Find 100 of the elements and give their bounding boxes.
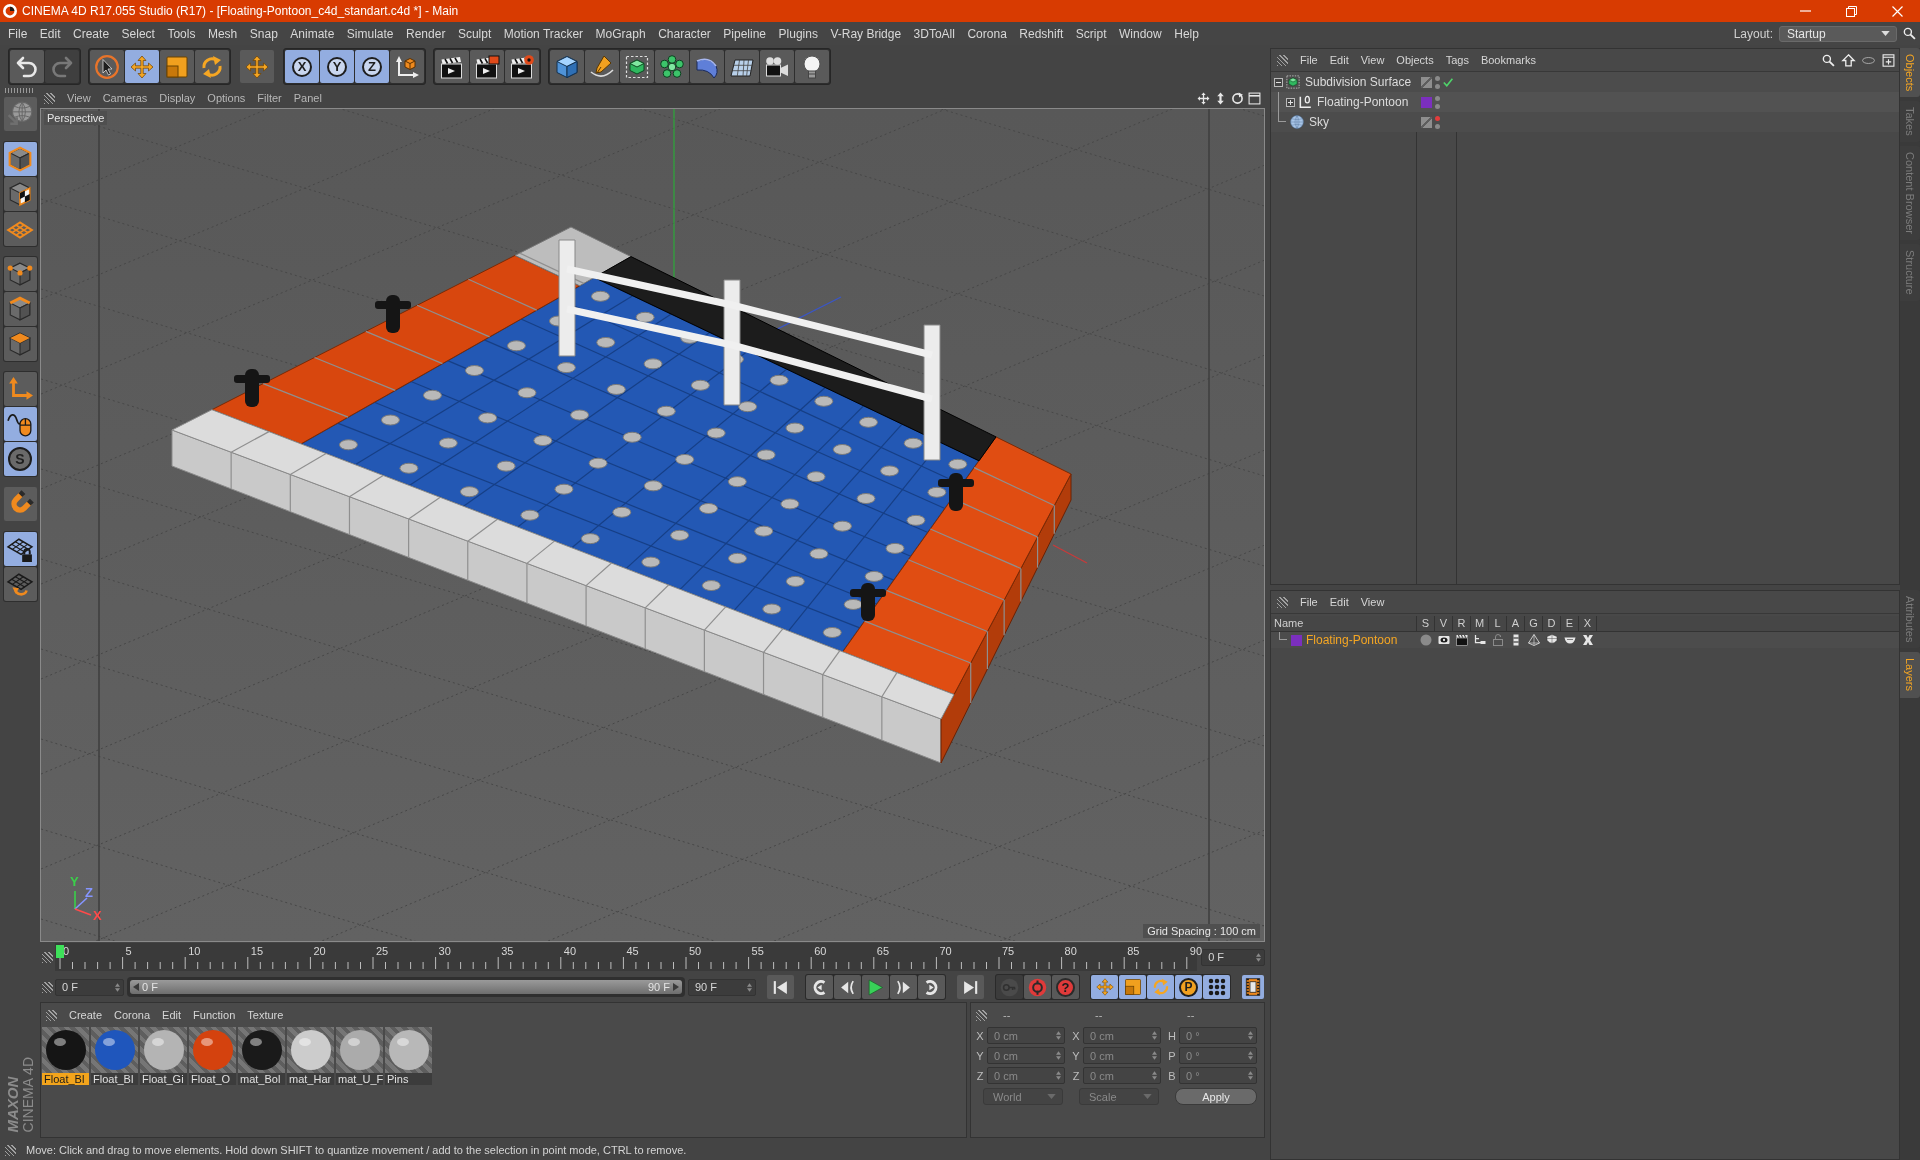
layer-swatch-icon[interactable] <box>1291 634 1302 646</box>
prev-key-button[interactable] <box>806 975 833 999</box>
menu-item[interactable]: Script <box>1075 26 1107 41</box>
end-frame-field[interactable]: 90 F <box>687 978 756 996</box>
subdivision-button[interactable] <box>620 50 654 83</box>
visibility-dot-icon[interactable] <box>1435 103 1440 109</box>
param-key-button[interactable]: P <box>1175 975 1202 999</box>
spinner-icon[interactable] <box>747 982 752 992</box>
scale-key-button[interactable] <box>1119 975 1146 999</box>
column-header[interactable]: S <box>1417 616 1435 631</box>
menu-item[interactable]: Texture <box>247 1009 284 1021</box>
menu-item[interactable]: Cameras <box>102 92 148 104</box>
menu-item[interactable]: Plugins <box>778 26 818 41</box>
spinner-icon[interactable] <box>1256 952 1261 962</box>
visibility-dot-icon[interactable] <box>1435 123 1440 129</box>
camera-button[interactable] <box>760 50 794 83</box>
side-tab[interactable]: Layers <box>1900 652 1920 698</box>
deformer-button[interactable] <box>690 50 724 83</box>
point-level-key-button[interactable] <box>1203 975 1230 999</box>
menu-item[interactable]: Motion Tracker <box>503 26 584 41</box>
autokey-button[interactable] <box>1024 975 1051 999</box>
menu-item[interactable]: 3DToAll <box>913 26 955 41</box>
menu-item[interactable]: File <box>8 26 28 41</box>
menu-item[interactable]: Edit <box>1329 54 1349 66</box>
help-button[interactable]: ? <box>1052 975 1079 999</box>
floor-button[interactable] <box>725 50 759 83</box>
viewport[interactable]: Perspective Grid Spacing : 100 cm Y Z X <box>40 108 1265 942</box>
object-name[interactable]: Sky <box>1309 115 1329 129</box>
orbit-button[interactable] <box>1231 91 1244 105</box>
coordinate-system-button[interactable] <box>390 50 424 83</box>
menu-item[interactable]: View <box>1360 54 1385 66</box>
axis-lock-button[interactable]: Y <box>320 50 354 83</box>
snap-mode-button[interactable] <box>3 487 37 521</box>
edges-mode-button[interactable] <box>3 292 37 326</box>
column-header[interactable]: Name <box>1271 616 1417 631</box>
model-mode-button[interactable] <box>3 97 37 131</box>
panel-grip-icon[interactable] <box>1277 596 1288 608</box>
panel-grip-icon[interactable] <box>46 1009 57 1021</box>
layout-dropdown[interactable]: Startup <box>1779 25 1897 42</box>
menu-item[interactable]: Character <box>658 26 711 41</box>
points-mode-button[interactable] <box>3 257 37 291</box>
workplane-mode-button[interactable] <box>3 212 37 246</box>
menu-item[interactable]: Animate <box>290 26 335 41</box>
column-header[interactable]: R <box>1453 616 1471 631</box>
checkmark-icon[interactable] <box>1443 77 1453 87</box>
playhead-marker[interactable] <box>56 945 64 958</box>
undo-button[interactable] <box>10 50 44 83</box>
menu-item[interactable]: Panel <box>293 92 322 104</box>
column-header[interactable]: M <box>1471 616 1489 631</box>
cloner-button[interactable] <box>655 50 689 83</box>
polygons-mode-button[interactable] <box>3 327 37 361</box>
scale-button[interactable] <box>160 50 194 83</box>
menu-item[interactable]: Objects <box>1396 54 1434 66</box>
move-recent-button[interactable] <box>240 50 274 83</box>
new-panel-button[interactable] <box>1882 53 1895 67</box>
material-tile[interactable]: Float_Bl <box>91 1027 138 1085</box>
panel-grip-icon[interactable] <box>5 88 35 93</box>
menu-item[interactable]: File <box>1300 596 1318 608</box>
expand-box-icon[interactable] <box>1286 97 1295 107</box>
material-tile[interactable]: mat_Bol <box>238 1027 285 1085</box>
object-name[interactable]: Subdivision Surface <box>1305 75 1412 89</box>
render-view-button[interactable] <box>435 50 469 83</box>
menu-item[interactable]: Tags <box>1445 54 1469 66</box>
material-tile[interactable]: mat_U_F <box>336 1027 383 1085</box>
menu-item[interactable]: V-Ray Bridge <box>830 26 902 41</box>
object-name[interactable]: Floating-Pontoon <box>1317 95 1409 109</box>
menu-item[interactable]: Function <box>193 1009 236 1021</box>
prev-frame-button[interactable] <box>834 975 861 999</box>
column-header[interactable]: E <box>1561 616 1579 631</box>
side-tab[interactable]: Objects <box>1900 48 1920 98</box>
column-header[interactable]: X <box>1579 616 1597 631</box>
column-header[interactable]: G <box>1525 616 1543 631</box>
move-key-button[interactable] <box>1091 975 1118 999</box>
menu-item[interactable]: Display <box>159 92 196 104</box>
layer-swatch-icon[interactable] <box>1421 116 1432 128</box>
material-tile[interactable]: mat_Har <box>287 1027 334 1085</box>
visibility-dot-icon[interactable] <box>1435 83 1440 89</box>
spinner-icon[interactable] <box>115 982 121 992</box>
visibility-dot-icon[interactable] <box>1435 75 1440 81</box>
column-header[interactable]: D <box>1543 616 1561 631</box>
first-button[interactable] <box>767 975 794 999</box>
search-button[interactable] <box>1903 27 1916 40</box>
menu-item[interactable]: View <box>67 92 91 104</box>
panel-grip-icon[interactable] <box>42 951 53 963</box>
menu-item[interactable]: Filter <box>257 92 282 104</box>
panel-grip-icon[interactable] <box>42 981 53 993</box>
pen-button[interactable] <box>585 50 619 83</box>
material-tile[interactable]: Pins <box>385 1027 432 1085</box>
menu-item[interactable]: Redshift <box>1019 26 1064 41</box>
menu-item[interactable]: Edit <box>39 26 61 41</box>
menu-item[interactable]: Pipeline <box>723 26 767 41</box>
menu-item[interactable]: Simulate <box>346 26 394 41</box>
play-button[interactable] <box>862 975 889 999</box>
workplane-lock-mode-button[interactable] <box>3 532 37 566</box>
layer-swatch-icon[interactable] <box>1421 96 1432 108</box>
maximize-button[interactable] <box>1248 91 1261 105</box>
material-tile[interactable]: Float_Bl <box>42 1027 89 1085</box>
cube-button[interactable] <box>550 50 584 83</box>
workplane-rotate-mode-button[interactable] <box>3 567 37 601</box>
panel-grip-icon[interactable] <box>44 92 55 104</box>
